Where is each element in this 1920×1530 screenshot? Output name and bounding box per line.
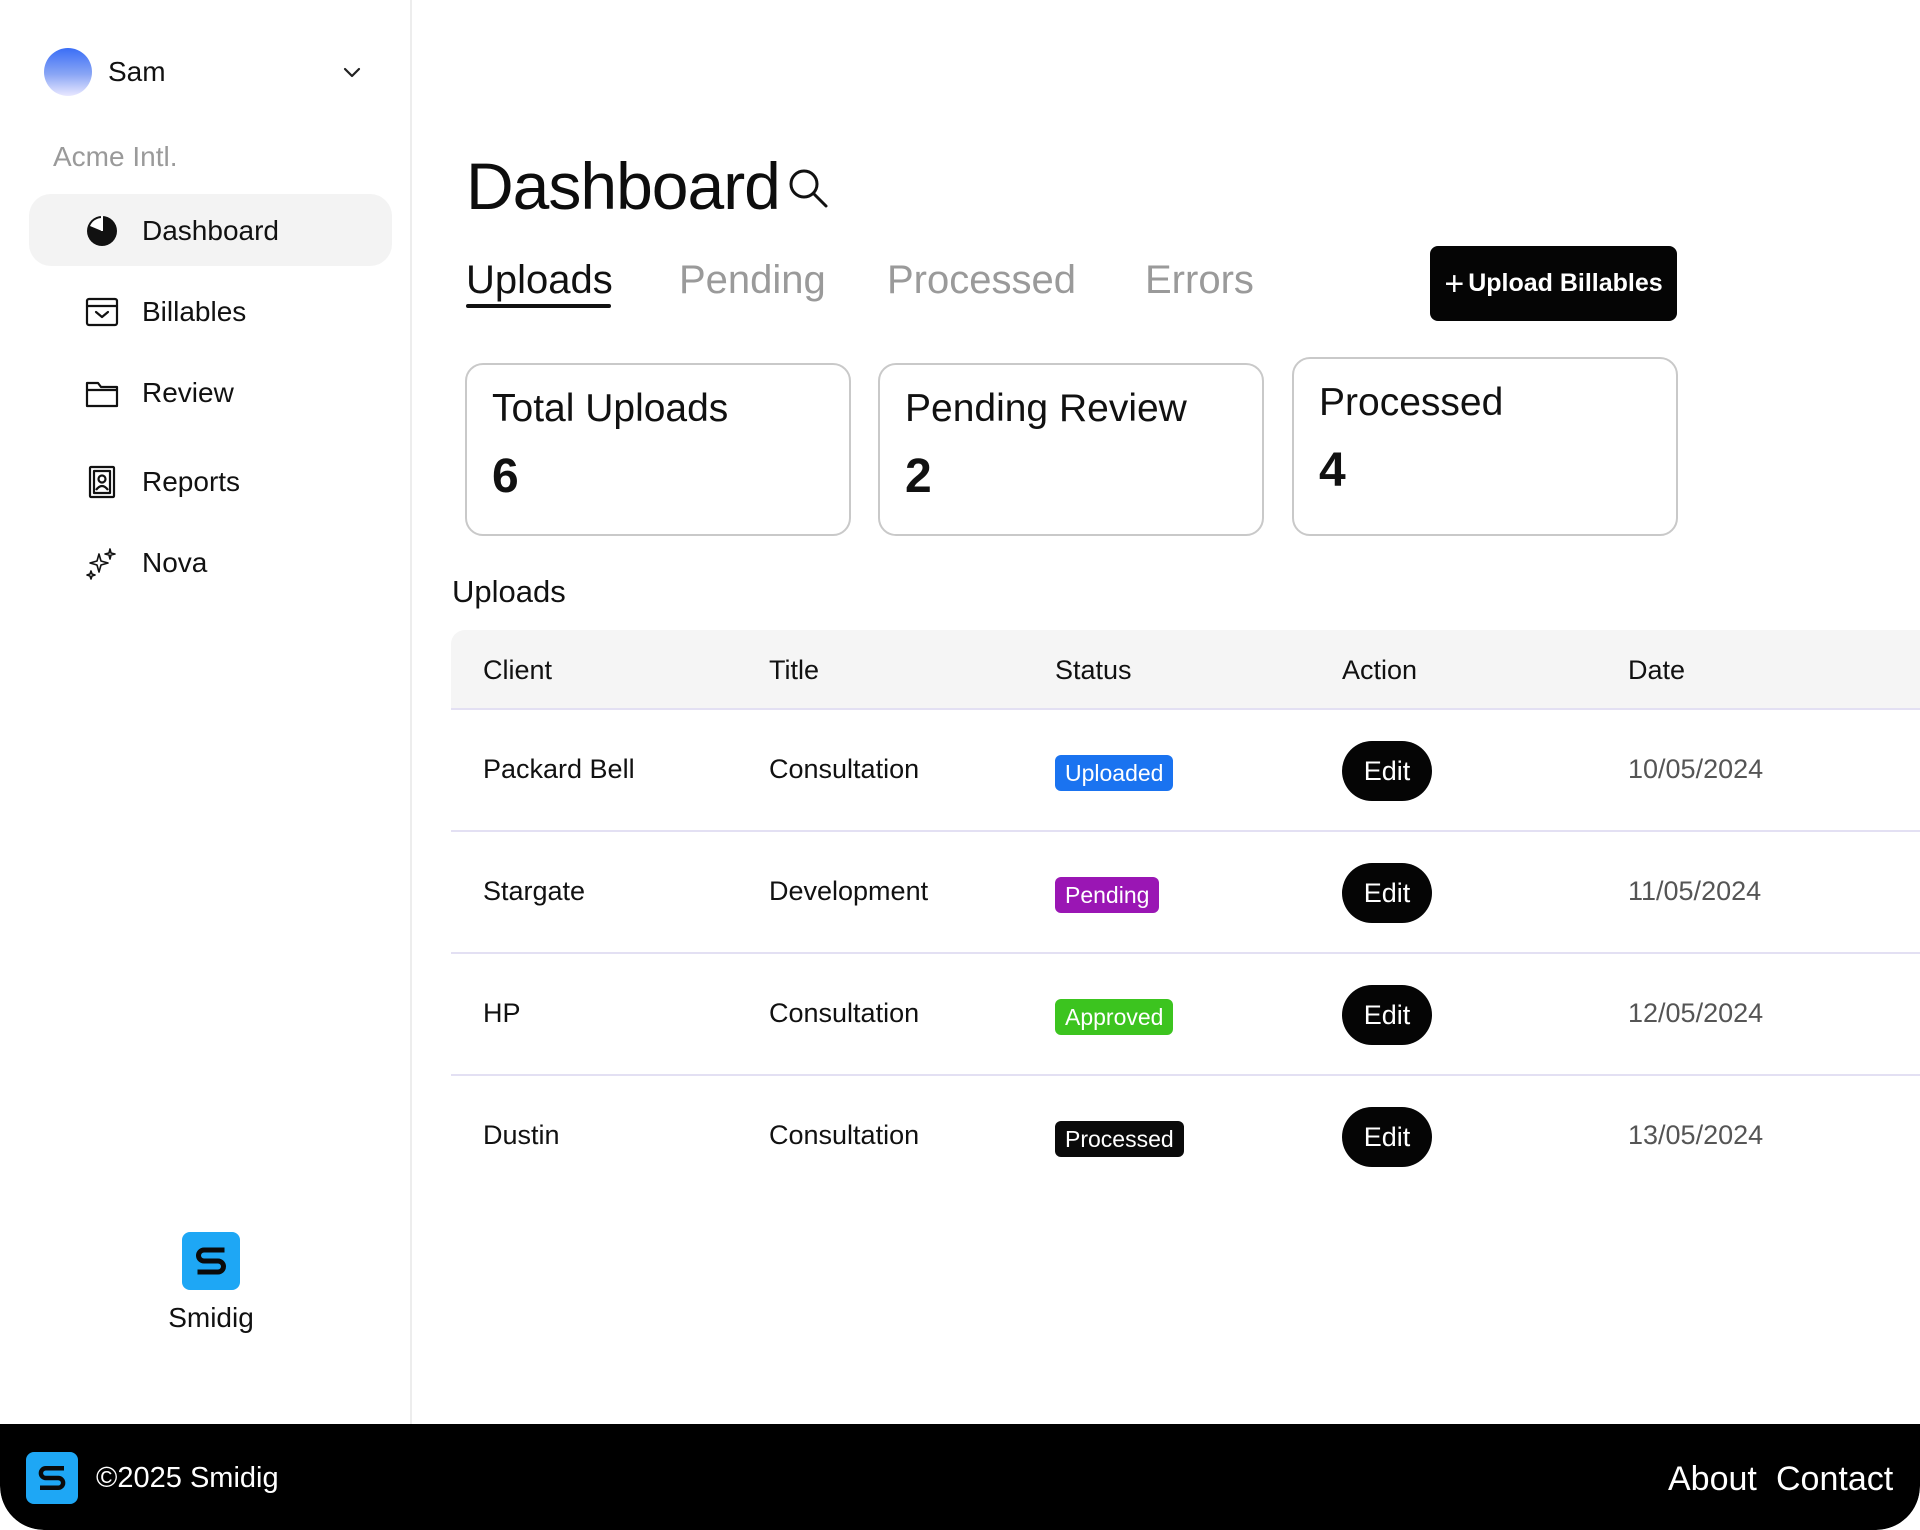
- user-name: Sam: [108, 56, 166, 87]
- tab-errors[interactable]: Errors: [1145, 258, 1254, 303]
- column-header-action: Action: [1342, 655, 1418, 685]
- stat-value: 2: [905, 450, 932, 503]
- cell-date: 12/05/2024: [1628, 998, 1764, 1028]
- user-switcher[interactable]: Sam: [44, 46, 364, 98]
- cell-title: Consultation: [769, 1120, 920, 1150]
- table-header: Client Title Status Action Date: [451, 630, 1920, 710]
- contact-card-icon: [88, 465, 116, 499]
- brand-name: Smidig: [168, 1302, 254, 1333]
- smidig-logo-icon: [196, 1247, 226, 1275]
- table-row: Packard Bell Consultation Uploaded Edit …: [451, 710, 1920, 832]
- stat-card-total-uploads: Total Uploads 6: [465, 363, 851, 536]
- avatar: [44, 48, 92, 96]
- column-header-status: Status: [1055, 655, 1132, 685]
- stat-card-pending-review: Pending Review 2: [878, 363, 1264, 536]
- sidebar: Sam Acme Intl. Dashboard Billables Revie…: [0, 0, 412, 1424]
- footer: ©2025 Smidig About Contact: [0, 1424, 1920, 1530]
- sidebar-item-label: Reports: [142, 466, 241, 497]
- cell-date: 13/05/2024: [1628, 1120, 1764, 1150]
- archive-box-icon: [85, 297, 119, 327]
- stat-card-processed: Processed 4: [1292, 357, 1678, 536]
- tab-uploads[interactable]: Uploads: [466, 258, 613, 303]
- sidebar-item-reports[interactable]: Reports: [29, 445, 392, 517]
- footer-link-contact[interactable]: Contact: [1776, 1460, 1893, 1499]
- org-name: Acme Intl.: [53, 141, 178, 172]
- footer-logo: [26, 1452, 78, 1504]
- active-tab-indicator: [466, 304, 611, 308]
- sidebar-item-billables[interactable]: Billables: [29, 275, 392, 347]
- edit-button[interactable]: Edit: [1342, 741, 1432, 801]
- folder-icon: [85, 381, 119, 408]
- brand-logo: [182, 1232, 240, 1290]
- sidebar-item-nova[interactable]: Nova: [29, 526, 392, 598]
- column-header-client: Client: [483, 655, 553, 685]
- edit-button[interactable]: Edit: [1342, 1107, 1432, 1167]
- plus-icon: +: [1444, 264, 1465, 303]
- edit-button[interactable]: Edit: [1342, 985, 1432, 1045]
- sidebar-item-review[interactable]: Review: [29, 356, 392, 428]
- cell-title: Consultation: [769, 754, 920, 784]
- pie-chart-icon: [87, 216, 117, 246]
- sidebar-item-label: Dashboard: [142, 215, 279, 246]
- cell-client: Packard Bell: [483, 754, 635, 784]
- upload-billables-label: Upload Billables: [1468, 269, 1663, 297]
- tab-pending[interactable]: Pending: [679, 258, 826, 303]
- column-header-date: Date: [1628, 655, 1686, 685]
- sidebar-item-label: Review: [142, 377, 234, 408]
- sidebar-item-label: Nova: [142, 547, 208, 578]
- stat-value: 4: [1319, 444, 1346, 497]
- footer-copyright: ©2025 Smidig: [96, 1462, 279, 1494]
- edit-button[interactable]: Edit: [1342, 863, 1432, 923]
- status-badge: Processed: [1055, 1121, 1184, 1157]
- cell-client: Dustin: [483, 1120, 560, 1150]
- cell-client: HP: [483, 998, 521, 1028]
- sidebar-item-dashboard[interactable]: Dashboard: [29, 194, 392, 266]
- table-row: Dustin Consultation Processed Edit 13/05…: [451, 1076, 1920, 1198]
- tab-processed[interactable]: Processed: [887, 258, 1076, 303]
- cell-client: Stargate: [483, 876, 586, 906]
- stat-value: 6: [492, 450, 519, 503]
- table-row: Stargate Development Pending Edit 11/05/…: [451, 832, 1920, 954]
- cell-date: 11/05/2024: [1628, 876, 1762, 906]
- sparkles-icon: [86, 548, 116, 580]
- table-row: HP Consultation Approved Edit 12/05/2024: [451, 954, 1920, 1076]
- search-icon[interactable]: [786, 166, 830, 210]
- column-header-title: Title: [769, 655, 820, 685]
- upload-billables-button[interactable]: + Upload Billables: [1430, 246, 1677, 321]
- cell-date: 10/05/2024: [1628, 754, 1764, 784]
- uploads-section-title: Uploads: [452, 574, 566, 609]
- status-badge: Approved: [1055, 999, 1174, 1035]
- status-badge: Uploaded: [1055, 755, 1174, 791]
- uploads-table: Client Title Status Action Date Packard …: [451, 630, 1920, 1198]
- chevron-down-icon[interactable]: [340, 60, 364, 84]
- brand: Smidig: [150, 1232, 272, 1334]
- sidebar-item-label: Billables: [142, 296, 247, 327]
- cell-title: Development: [769, 876, 929, 906]
- stat-label: Total Uploads: [492, 387, 729, 430]
- cell-title: Consultation: [769, 998, 920, 1028]
- status-badge: Pending: [1055, 877, 1160, 913]
- stat-label: Pending Review: [905, 387, 1187, 430]
- stat-label: Processed: [1319, 381, 1504, 424]
- footer-link-about[interactable]: About: [1668, 1460, 1757, 1499]
- page-title: Dashboard: [466, 149, 781, 223]
- app-window: Sam Acme Intl. Dashboard Billables Revie…: [0, 0, 1920, 1530]
- smidig-logo-icon: [38, 1466, 66, 1490]
